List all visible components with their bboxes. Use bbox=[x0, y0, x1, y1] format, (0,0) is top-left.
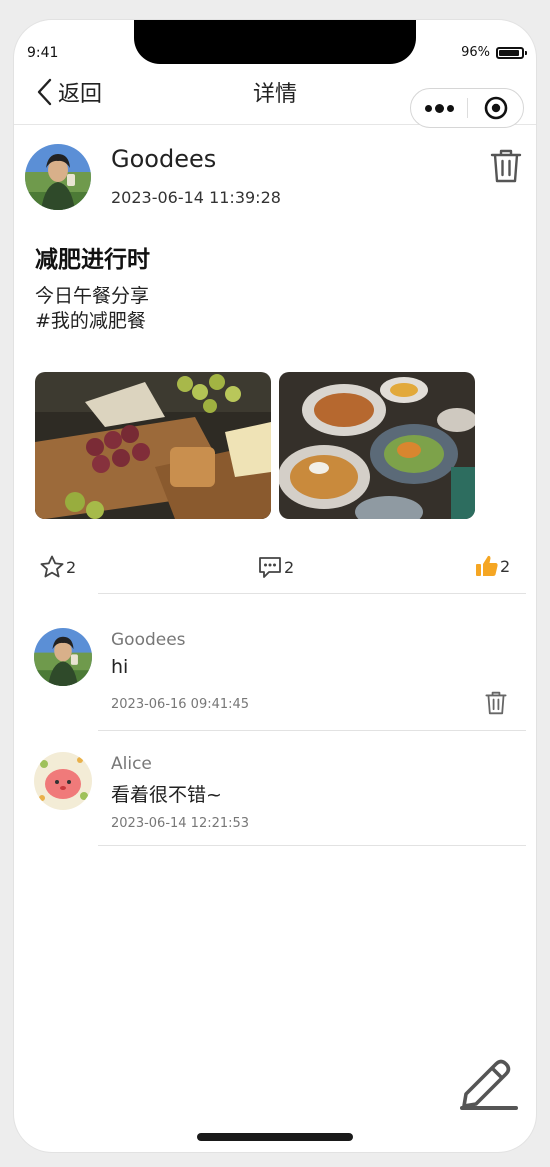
write-comment-button[interactable] bbox=[458, 1052, 520, 1114]
like-button[interactable]: 2 bbox=[475, 554, 510, 578]
comment-button[interactable]: 2 bbox=[257, 554, 294, 580]
miniprogram-capsule bbox=[410, 88, 524, 128]
delete-comment-button[interactable] bbox=[485, 690, 507, 720]
like-count: 2 bbox=[500, 556, 511, 576]
trash-icon bbox=[490, 149, 522, 183]
comment-author[interactable]: Goodees bbox=[111, 630, 186, 650]
battery-percent: 96% bbox=[461, 45, 490, 60]
avatar-photo bbox=[25, 144, 91, 210]
post-author-avatar[interactable] bbox=[25, 144, 91, 210]
more-dot-icon bbox=[434, 103, 444, 113]
post-hashtag[interactable]: #我的减肥餐 bbox=[35, 309, 149, 334]
food-photo bbox=[279, 372, 475, 519]
avatar-photo bbox=[34, 628, 92, 686]
star-icon bbox=[40, 555, 64, 578]
comment-text: hi bbox=[111, 656, 129, 678]
post-author-name[interactable]: Goodees bbox=[111, 145, 216, 173]
divider bbox=[98, 593, 526, 594]
status-time: 9:41 bbox=[27, 45, 59, 61]
comment-text: 看着很不错~ bbox=[111, 784, 222, 806]
more-dot-icon bbox=[424, 104, 432, 112]
navigation-bar: 返回 详情 bbox=[14, 70, 536, 128]
comment-timestamp: 2023-06-14 12:21:53 bbox=[111, 816, 250, 831]
pen-edit-icon bbox=[460, 1059, 518, 1110]
more-menu-button[interactable] bbox=[411, 89, 467, 127]
avatar-photo bbox=[34, 752, 92, 810]
trash-icon bbox=[485, 691, 507, 715]
home-indicator bbox=[197, 1133, 353, 1141]
back-button[interactable]: 返回 bbox=[36, 76, 102, 108]
comment-avatar[interactable] bbox=[34, 752, 92, 810]
status-right: 96% bbox=[461, 45, 527, 60]
post-content: 今日午餐分享 #我的减肥餐 bbox=[35, 284, 149, 334]
divider bbox=[98, 845, 526, 846]
comment-icon bbox=[259, 557, 281, 578]
comment-avatar[interactable] bbox=[34, 628, 92, 686]
post-timestamp: 2023-06-14 11:39:28 bbox=[111, 188, 281, 207]
post-content-line: 今日午餐分享 bbox=[35, 285, 150, 307]
post-image-cheese-board[interactable] bbox=[35, 372, 271, 519]
favorite-button[interactable]: 2 bbox=[39, 554, 76, 580]
target-icon bbox=[484, 96, 507, 120]
post-image-dinner-table[interactable] bbox=[279, 372, 475, 519]
more-dot-icon bbox=[446, 104, 454, 112]
favorite-count: 2 bbox=[66, 557, 77, 577]
thumbs-up-icon bbox=[476, 555, 498, 576]
chevron-left-icon bbox=[37, 78, 52, 106]
notch bbox=[134, 20, 416, 64]
comment-timestamp: 2023-06-16 09:41:45 bbox=[111, 697, 250, 712]
comment-author[interactable]: Alice bbox=[111, 754, 152, 774]
divider bbox=[98, 730, 526, 731]
phone-screen: 9:41 96% 返回 详情 Goodees 2023-06-14 11:39:… bbox=[14, 20, 536, 1152]
battery-icon bbox=[496, 46, 527, 59]
close-miniprogram-button[interactable] bbox=[468, 95, 523, 121]
food-photo bbox=[35, 372, 271, 519]
delete-post-button[interactable] bbox=[490, 148, 522, 188]
back-label: 返回 bbox=[58, 82, 103, 107]
comment-count: 2 bbox=[284, 557, 295, 577]
post-title: 减肥进行时 bbox=[35, 247, 150, 273]
